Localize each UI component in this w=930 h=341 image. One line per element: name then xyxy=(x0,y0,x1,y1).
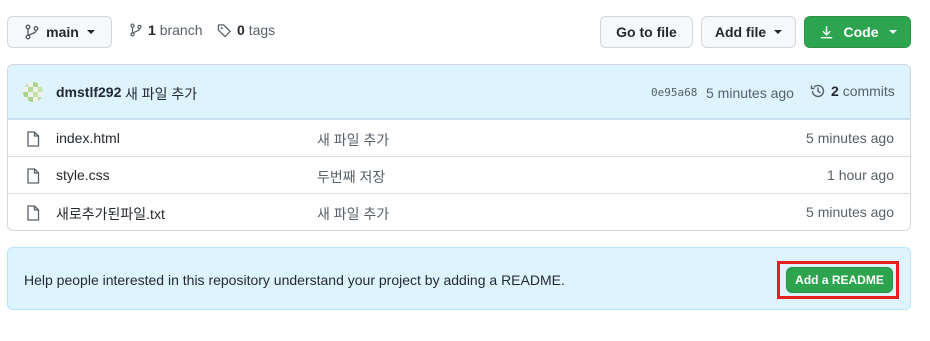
file-commit-time: 5 minutes ago xyxy=(806,130,894,146)
file-commit-time: 5 minutes ago xyxy=(806,204,894,220)
file-icon xyxy=(27,168,40,184)
file-icon xyxy=(27,205,40,221)
code-button[interactable]: Code xyxy=(804,16,911,48)
branch-select-button[interactable]: main xyxy=(7,16,112,48)
chevron-down-icon xyxy=(86,30,95,34)
go-to-file-button[interactable]: Go to file xyxy=(600,16,693,48)
commit-time: 5 minutes ago xyxy=(706,85,794,101)
table-row[interactable]: index.html 새 파일 추가 5 minutes ago xyxy=(8,119,910,156)
git-branch-icon xyxy=(25,24,39,40)
readme-prompt-text: Help people interested in this repositor… xyxy=(24,272,565,288)
commits-link[interactable]: 2 commits xyxy=(810,83,895,99)
branches-count: 1 xyxy=(148,22,156,38)
tags-link[interactable]: 0 tags xyxy=(217,22,275,38)
table-row[interactable]: 새로추가된파일.txt 새 파일 추가 5 minutes ago xyxy=(8,193,910,230)
commit-message[interactable]: 새 파일 추가 xyxy=(125,84,197,104)
file-name[interactable]: 새로추가된파일.txt xyxy=(56,204,165,224)
tags-label: tags xyxy=(248,22,276,38)
download-icon xyxy=(820,25,832,38)
file-icon xyxy=(27,131,40,147)
add-file-button[interactable]: Add file xyxy=(701,16,796,48)
add-file-label: Add file xyxy=(714,24,767,40)
commits-count: 2 xyxy=(831,83,839,99)
branches-label: branch xyxy=(159,22,203,38)
tag-icon xyxy=(217,23,231,37)
add-readme-button[interactable]: Add a README xyxy=(786,267,893,293)
tags-count: 0 xyxy=(237,22,245,38)
code-label: Code xyxy=(843,24,879,40)
latest-commit-bar: dmstlf292 새 파일 추가 0e95a68 5 minutes ago … xyxy=(8,65,910,119)
chevron-down-icon xyxy=(774,30,783,34)
branches-link[interactable]: 1 branch xyxy=(129,22,203,38)
file-commit-message[interactable]: 새 파일 추가 xyxy=(317,130,389,150)
avatar[interactable] xyxy=(23,82,43,102)
chevron-down-icon xyxy=(888,30,897,34)
file-commit-message[interactable]: 새 파일 추가 xyxy=(317,204,389,224)
readme-banner: Help people interested in this repositor… xyxy=(7,247,911,310)
file-commit-message[interactable]: 두번째 저장 xyxy=(317,167,385,187)
file-commit-time: 1 hour ago xyxy=(827,167,894,183)
branch-name: main xyxy=(46,24,79,40)
commits-label: commits xyxy=(842,83,895,99)
table-row[interactable]: style.css 두번째 저장 1 hour ago xyxy=(8,156,910,193)
file-name[interactable]: style.css xyxy=(56,167,110,183)
git-branch-icon xyxy=(130,23,142,37)
file-name[interactable]: index.html xyxy=(56,130,120,146)
history-icon xyxy=(810,84,825,98)
commit-author[interactable]: dmstlf292 xyxy=(56,84,121,100)
file-browser: dmstlf292 새 파일 추가 0e95a68 5 minutes ago … xyxy=(7,64,911,231)
commit-sha[interactable]: 0e95a68 xyxy=(651,86,697,99)
